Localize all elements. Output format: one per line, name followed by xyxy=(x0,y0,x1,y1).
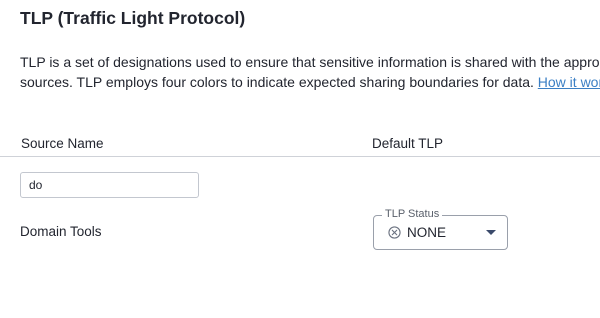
description-text: sources. TLP employs four colors to indi… xyxy=(20,74,534,90)
tlp-settings-page: TLP (Traffic Light Protocol) TLP is a se… xyxy=(0,0,600,318)
tlp-status-label: TLP Status xyxy=(382,208,443,221)
column-header-default-tlp: Default TLP xyxy=(372,136,444,151)
tlp-selected-value: NONE xyxy=(388,225,446,240)
column-header-source-name: Source Name xyxy=(21,136,104,151)
description-line-1: TLP is a set of designations used to ens… xyxy=(20,54,600,70)
tlp-value-text: NONE xyxy=(407,225,447,240)
how-it-works-link[interactable]: How it works xyxy=(538,74,600,90)
section-title: TLP (Traffic Light Protocol) xyxy=(20,8,246,28)
table-header: Source Name Default TLP xyxy=(0,132,600,157)
section-description: TLP is a set of designations used to ens… xyxy=(20,52,600,92)
tlp-status-select[interactable]: TLP Status NONE xyxy=(373,208,508,250)
source-name-cell: Domain Tools xyxy=(20,224,102,239)
source-name-filter-input[interactable] xyxy=(20,172,199,198)
chevron-down-icon xyxy=(486,230,496,235)
circle-x-icon xyxy=(388,226,401,239)
description-line-2: sources. TLP employs four colors to indi… xyxy=(20,72,600,92)
